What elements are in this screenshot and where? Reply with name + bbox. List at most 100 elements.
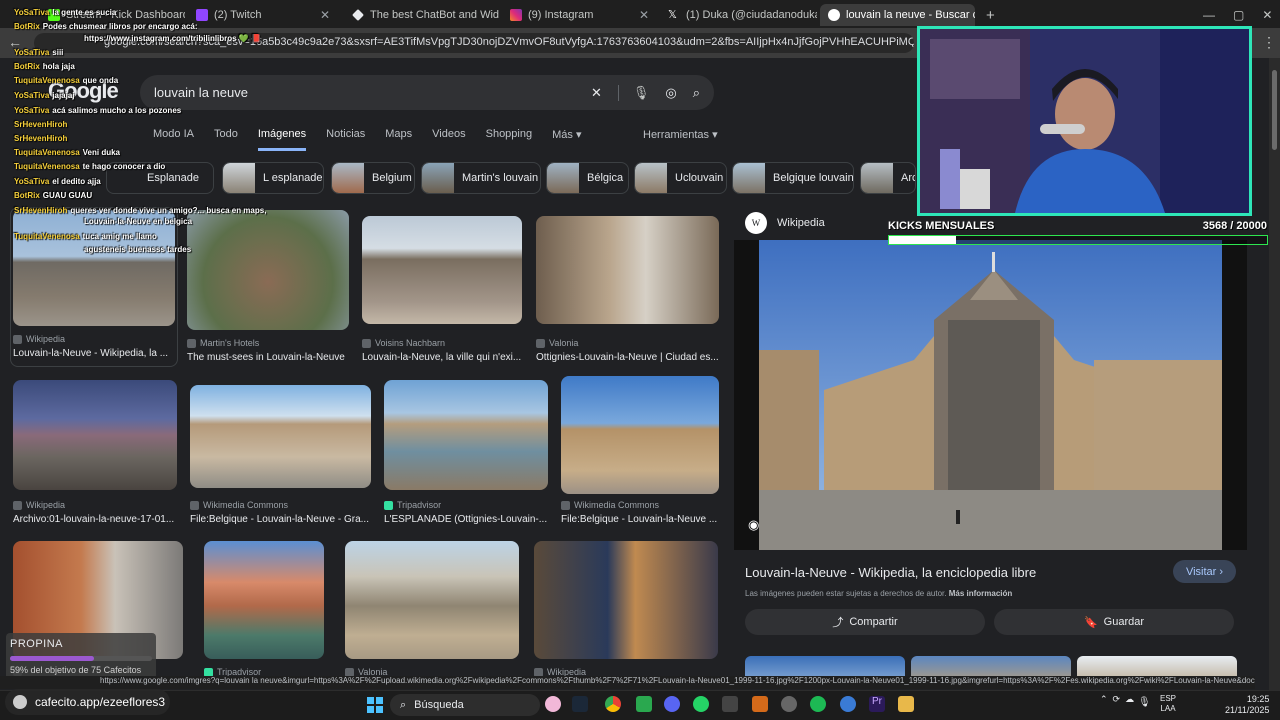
- site-favicon-icon: [190, 500, 199, 510]
- chip-arc[interactable]: Arc: [860, 162, 916, 194]
- clock[interactable]: 19:25 21/11/2025: [1225, 694, 1269, 716]
- share-icon: ⤴: [832, 617, 844, 629]
- copilot-icon[interactable]: [545, 696, 561, 712]
- chip-belgium[interactable]: Belgium: [331, 162, 415, 194]
- result-title[interactable]: Archivo:01-louvain-la-neuve-17-01...: [13, 514, 177, 525]
- result-image[interactable]: [384, 380, 548, 490]
- chat-username: YoSaTiva: [14, 91, 50, 100]
- nav-maps[interactable]: Maps: [385, 128, 412, 151]
- save-button[interactable]: 🔖 Guardar: [994, 609, 1234, 635]
- obs-icon[interactable]: [781, 696, 797, 712]
- close-window-icon[interactable]: ✕: [1262, 8, 1272, 22]
- tab-label: (1) Duka (@ciudadanodukaok): [686, 9, 817, 21]
- panel-title[interactable]: Louvain-la-Neuve - Wikipedia, la enciclo…: [745, 565, 1036, 580]
- image-result[interactable]: Wikipedia: [534, 541, 718, 677]
- tab-x-duka[interactable]: 𝕏(1) Duka (@ciudadanodukaok)✕: [660, 4, 817, 26]
- image-result[interactable]: Tripadvisor L'ESPLANADE (Ottignies-Louva…: [384, 380, 548, 525]
- app-icon[interactable]: [752, 696, 768, 712]
- result-image[interactable]: [536, 216, 719, 324]
- tab-instagram[interactable]: (9) Instagram ✕: [502, 4, 657, 26]
- new-tab-button[interactable]: +: [978, 4, 1000, 26]
- app-b-icon[interactable]: [636, 696, 652, 712]
- image-result[interactable]: Voisins Nachbarn Louvain-la-Neuve, la vi…: [362, 216, 522, 363]
- clock-date: 21/11/2025: [1225, 705, 1270, 715]
- clear-icon[interactable]: ✕: [591, 85, 602, 101]
- preview-image[interactable]: [734, 240, 1247, 550]
- steam-icon[interactable]: [572, 696, 588, 712]
- close-icon[interactable]: ✕: [320, 8, 330, 22]
- result-image[interactable]: [362, 216, 522, 324]
- page-scrollbar[interactable]: [1269, 58, 1280, 690]
- chat-username: TuquitaVenenosa: [14, 76, 80, 85]
- image-result[interactable]: Wikimedia Commons File:Belgique - Louvai…: [561, 376, 719, 525]
- tab-google-search[interactable]: louvain la neuve - Buscar con G✕: [820, 4, 975, 26]
- nav-mas[interactable]: Más ▾: [552, 128, 581, 151]
- result-image[interactable]: [204, 541, 324, 659]
- windows-start-icon[interactable]: [367, 697, 383, 713]
- chat-username: TuquitaVenenosa: [14, 232, 80, 241]
- share-button[interactable]: ⤴ Compartir: [745, 609, 985, 635]
- nav-noticias[interactable]: Noticias: [326, 128, 365, 151]
- result-title[interactable]: Ottignies-Louvain-la-Neuve | Ciudad es..…: [536, 352, 719, 363]
- lens-icon[interactable]: ◎: [665, 85, 676, 101]
- maximize-icon[interactable]: ▢: [1233, 8, 1244, 22]
- result-source: Wikimedia Commons: [203, 500, 289, 510]
- chip-belgique-louvain[interactable]: Belgique louvain: [732, 162, 854, 194]
- tab-label: louvain la neuve - Buscar con G: [846, 9, 975, 21]
- result-image[interactable]: [190, 385, 371, 488]
- more-info-link[interactable]: Más información: [949, 589, 1013, 598]
- premiere-icon[interactable]: Pr: [869, 696, 885, 712]
- close-icon[interactable]: ✕: [639, 8, 649, 22]
- whatsapp-icon[interactable]: [693, 696, 709, 712]
- result-title[interactable]: File:Belgique - Louvain-la-Neuve ...: [561, 514, 719, 525]
- system-tray[interactable]: ⌃ ⟳ ☁: [1100, 694, 1134, 705]
- chip-thumb: [861, 163, 893, 193]
- spotify-icon[interactable]: [810, 696, 826, 712]
- result-image[interactable]: [13, 380, 177, 490]
- discord-icon[interactable]: [664, 696, 680, 712]
- app-icon[interactable]: [840, 696, 856, 712]
- chrome-icon[interactable]: [605, 696, 621, 712]
- chip-uclouvain[interactable]: Uclouvain: [634, 162, 727, 194]
- kicks-progress-fill: [889, 236, 957, 244]
- result-title[interactable]: L'ESPLANADE (Ottignies-Louvain-...: [384, 514, 548, 525]
- panel-source-name: Wikipedia: [777, 217, 825, 229]
- language-indicator[interactable]: ESP LAA: [1160, 694, 1176, 714]
- chip-martins-louvain[interactable]: Martin's louvain: [421, 162, 541, 194]
- image-result[interactable]: Tripadvisor: [204, 541, 324, 677]
- scrollbar-thumb[interactable]: [1272, 70, 1277, 150]
- search-icon: ⌕: [400, 698, 407, 711]
- minimize-icon[interactable]: —: [1203, 8, 1215, 22]
- app-icon[interactable]: [722, 696, 738, 712]
- result-title[interactable]: File:Belgique - Louvain-la-Neuve - Gra..…: [190, 514, 371, 525]
- search-icon[interactable]: ⌕: [693, 85, 700, 101]
- menu-dots-icon[interactable]: ⋮: [1262, 34, 1276, 51]
- chip-label: Martin's louvain: [462, 172, 539, 184]
- chip-label: Bélgica: [587, 172, 624, 184]
- taskbar-search[interactable]: ⌕ Búsqueda: [390, 694, 540, 716]
- chat-message: https://www.instagram.com/tribilinlibros…: [84, 32, 261, 47]
- chip-belgica[interactable]: Bélgica: [546, 162, 629, 194]
- result-title[interactable]: The must-sees in Louvain-la-Neuve: [187, 352, 349, 363]
- result-title[interactable]: Louvain-la-Neuve - Wikipedia, la ...: [13, 348, 175, 359]
- microphone-icon[interactable]: 🎙: [617, 84, 649, 101]
- result-image[interactable]: [561, 376, 719, 494]
- window-controls: — ▢ ✕: [1195, 4, 1275, 26]
- copyright-text: Las imágenes pueden estar sujetas a dere…: [745, 589, 947, 598]
- tab-chatbot[interactable]: The best ChatBot and Widgets✕: [344, 4, 499, 26]
- result-image[interactable]: [345, 541, 519, 659]
- image-result[interactable]: Valonia Ottignies-Louvain-la-Neuve | Ciu…: [536, 216, 719, 363]
- tools-button[interactable]: Herramientas ▾: [643, 128, 718, 141]
- image-result[interactable]: Wikipedia Archivo:01-louvain-la-neuve-17…: [13, 380, 177, 525]
- folder-icon[interactable]: [898, 696, 914, 712]
- image-result[interactable]: Valonia: [345, 541, 519, 677]
- nav-videos[interactable]: Videos: [432, 128, 465, 151]
- result-image[interactable]: [534, 541, 718, 659]
- result-title[interactable]: Louvain-la-Neuve, la ville qui n'exi...: [362, 352, 522, 363]
- nav-shopping[interactable]: Shopping: [486, 128, 533, 151]
- image-result[interactable]: Wikimedia Commons File:Belgique - Louvai…: [190, 385, 371, 525]
- panel-source[interactable]: W Wikipedia: [745, 212, 825, 234]
- visit-button[interactable]: Visitar ›: [1173, 560, 1236, 583]
- volume-icon[interactable]: 🎙: [1138, 697, 1151, 708]
- lens-icon[interactable]: ◉: [748, 517, 766, 535]
